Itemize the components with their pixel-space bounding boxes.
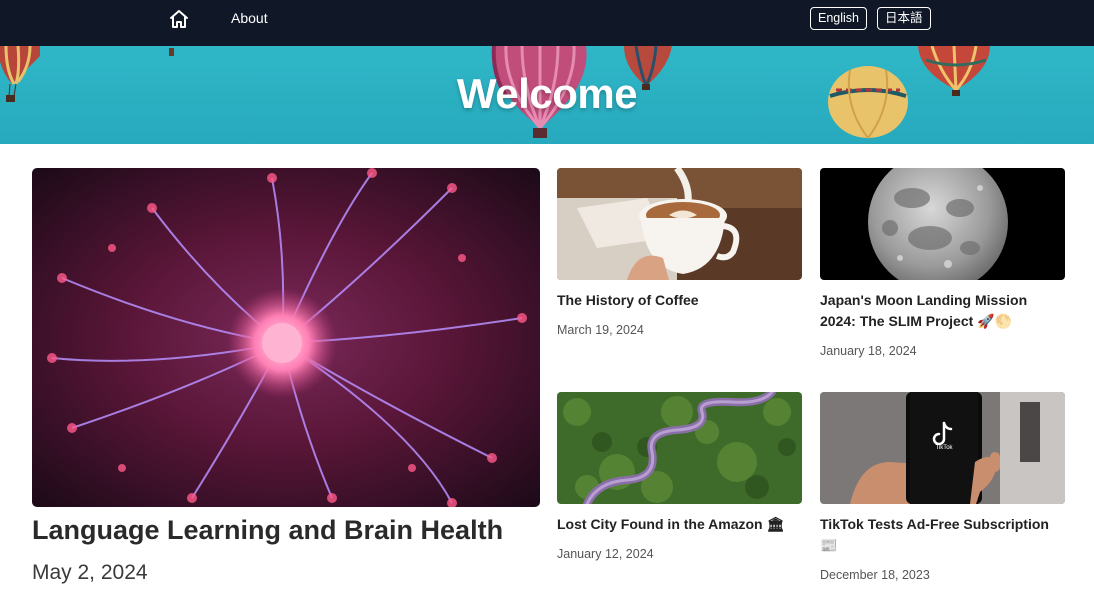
hero-title: Welcome — [456, 70, 638, 117]
article-title-moon[interactable]: Japan's Moon Landing Mission 2024: The S… — [820, 290, 1065, 332]
amazon-river-image — [557, 392, 802, 504]
plasma-ball-image — [32, 168, 540, 507]
language-japanese-button[interactable]: 日本語 — [877, 7, 931, 30]
article-title-coffee[interactable]: The History of Coffee — [557, 290, 802, 311]
featured-article-image[interactable] — [32, 168, 540, 507]
home-icon[interactable] — [168, 8, 190, 30]
article-date-coffee: March 19, 2024 — [557, 323, 644, 337]
article-image-coffee[interactable] — [557, 168, 802, 280]
language-english-button[interactable]: English — [810, 7, 867, 30]
top-navbar: About English 日本語 — [0, 0, 1094, 46]
article-date-moon: January 18, 2024 — [820, 344, 917, 358]
article-title-amazon[interactable]: Lost City Found in the Amazon 🏛 — [557, 514, 802, 535]
article-image-tiktok[interactable]: TikTok — [820, 392, 1065, 504]
moon-image — [820, 168, 1065, 280]
article-image-amazon[interactable] — [557, 392, 802, 504]
article-image-moon[interactable] — [820, 168, 1065, 280]
coffee-latte-image — [557, 168, 802, 280]
tiktok-logo-text: TikTok — [935, 445, 953, 451]
nav-about-link[interactable]: About — [231, 10, 268, 26]
tiktok-phone-image: TikTok — [820, 392, 1065, 504]
article-title-tiktok[interactable]: TikTok Tests Ad-Free Subscription 📰 — [820, 514, 1065, 556]
article-date-tiktok: December 18, 2023 — [820, 568, 930, 582]
article-date-amazon: January 12, 2024 — [557, 547, 654, 561]
featured-article-title[interactable]: Language Learning and Brain Health — [32, 515, 503, 546]
featured-article-date: May 2, 2024 — [32, 561, 148, 584]
hero-banner: Welcome — [0, 46, 1094, 144]
